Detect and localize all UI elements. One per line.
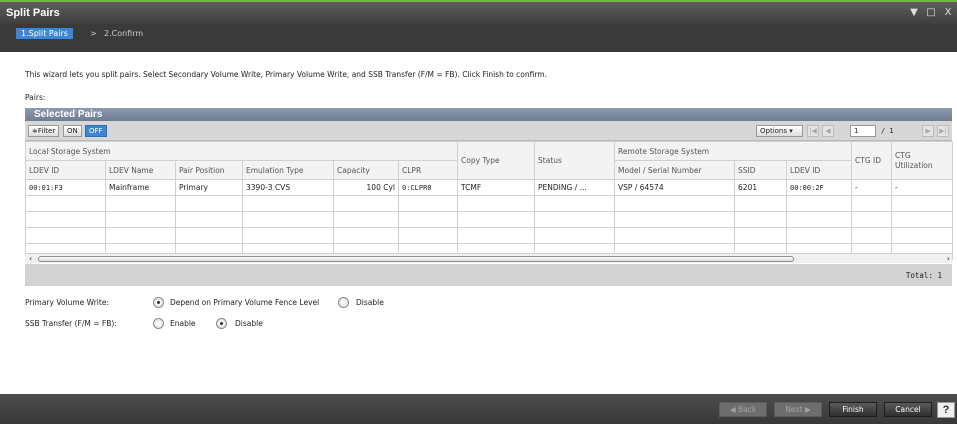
next-page-icon[interactable]: ▶	[922, 125, 934, 137]
selected-pairs-table: Local Storage System Copy Type Status Re…	[24, 141, 954, 260]
finish-button[interactable]: Finish	[829, 402, 877, 417]
scroll-left-icon[interactable]: ‹	[29, 254, 32, 264]
ssb-disable-label[interactable]: Disable	[235, 319, 263, 328]
model-serial-header[interactable]: Model / Serial Number	[614, 160, 736, 180]
next-button[interactable]: Next ▶	[774, 402, 822, 417]
pvw-depend-radio[interactable]	[153, 297, 164, 308]
window-titlebar: Split Pairs ▼ □ X	[0, 0, 957, 24]
close-icon[interactable]: X	[941, 6, 955, 20]
ssb-enable-radio[interactable]	[153, 318, 164, 329]
prev-page-icon[interactable]: ◀	[822, 125, 834, 137]
cell-clpr: 0:CLPR0	[397, 179, 459, 196]
cell-ssid: 6201	[734, 179, 788, 196]
cancel-button[interactable]: Cancel	[884, 402, 932, 417]
ctg-utilization-header[interactable]: CTG Utilization	[891, 141, 954, 180]
filter-button[interactable]: ≑Filter	[28, 125, 60, 137]
pvw-disable-label[interactable]: Disable	[356, 298, 384, 307]
cell-ctg-id: -	[851, 179, 893, 196]
table-row-empty	[25, 195, 954, 212]
ssid-header[interactable]: SSID	[734, 160, 788, 180]
scroll-thumb[interactable]	[38, 256, 794, 262]
ssb-transfer-label: SSB Transfer (F/M = FB):	[25, 319, 117, 328]
table-row-empty	[25, 227, 954, 244]
copy-type-header[interactable]: Copy Type	[457, 141, 536, 180]
window-controls: ▼ □ X	[907, 6, 955, 20]
total-bar: Total: 1	[25, 264, 952, 286]
pvw-depend-label[interactable]: Depend on Primary Volume Fence Level	[170, 298, 319, 307]
ssb-disable-radio[interactable]	[216, 318, 227, 329]
step-separator: >	[90, 29, 97, 38]
cell-ldev-id: 00:01:F3	[25, 179, 106, 196]
table-row[interactable]: 00:01:F3 Mainframe Primary 3390-3 CVS 10…	[25, 179, 954, 196]
back-button[interactable]: ◀ Back	[719, 402, 767, 417]
cell-model-serial: VSP / 64574	[614, 179, 736, 196]
remote-storage-header: Remote Storage System	[614, 141, 853, 161]
status-header[interactable]: Status	[534, 141, 616, 180]
ldev-name-header[interactable]: LDEV Name	[105, 160, 176, 180]
help-icon[interactable]: ?	[937, 402, 955, 418]
cell-copy-type: TCMF	[457, 179, 536, 196]
ssb-transfer-row: SSB Transfer (F/M = FB): Enable Disable	[25, 318, 425, 331]
pairs-label: Pairs:	[25, 93, 46, 102]
step-confirm: 2.Confirm	[104, 29, 144, 38]
remote-ldev-id-header[interactable]: LDEV ID	[786, 160, 853, 180]
ssb-enable-label[interactable]: Enable	[170, 319, 196, 328]
cell-status: PENDING / ...	[534, 179, 616, 196]
cell-pair-position: Primary	[175, 179, 243, 196]
page-total: / 1	[881, 127, 894, 135]
cell-ldev-name: Mainframe	[105, 179, 176, 196]
wizard-footer: ◀ Back Next ▶ Finish Cancel ?	[0, 394, 957, 424]
last-page-icon[interactable]: ▶|	[937, 125, 949, 137]
capacity-header[interactable]: Capacity	[333, 160, 399, 180]
filter-off-toggle[interactable]: OFF	[85, 125, 107, 137]
cell-emulation-type: 3390-3 CVS	[242, 179, 334, 196]
ldev-id-header[interactable]: LDEV ID	[25, 160, 106, 180]
primary-volume-write-label: Primary Volume Write:	[25, 298, 109, 307]
scroll-right-icon[interactable]: ›	[947, 254, 950, 264]
primary-volume-write-row: Primary Volume Write: Depend on Primary …	[25, 297, 525, 310]
wizard-steps: 1.Split Pairs > 2.Confirm	[0, 24, 957, 52]
window-title: Split Pairs	[6, 7, 60, 19]
local-storage-header: Local Storage System	[24, 141, 459, 161]
pair-position-header[interactable]: Pair Position	[175, 160, 243, 180]
cell-capacity: 100 Cyl	[333, 179, 399, 196]
clpr-header[interactable]: CLPR	[397, 160, 459, 180]
first-page-icon[interactable]: |◀	[807, 125, 819, 137]
emulation-type-header[interactable]: Emulation Type	[242, 160, 334, 180]
intro-text: This wizard lets you split pairs. Select…	[25, 70, 547, 79]
step-split-pairs: 1.Split Pairs	[16, 28, 73, 39]
total-count: Total: 1	[905, 271, 942, 280]
cell-remote-ldev-id: 00:00:2F	[786, 179, 853, 196]
selected-pairs-title: Selected Pairs	[25, 108, 952, 121]
options-button[interactable]: Options ▾	[756, 125, 803, 137]
maximize-icon[interactable]: □	[924, 6, 938, 20]
filter-on-toggle[interactable]: ON	[63, 125, 82, 137]
table-toolbar: ≑Filter ON OFF Options ▾ |◀ ◀ 1 / 1 ▶ ▶|	[25, 121, 952, 141]
ctg-id-header[interactable]: CTG ID	[851, 141, 893, 180]
page-number-input[interactable]: 1	[850, 125, 876, 137]
table-row-empty	[25, 211, 954, 228]
pvw-disable-radio[interactable]	[338, 297, 349, 308]
cell-ctg-utilization: -	[891, 179, 954, 196]
pin-icon[interactable]: ▼	[907, 6, 921, 20]
horizontal-scrollbar[interactable]: ‹ ›	[25, 253, 952, 263]
